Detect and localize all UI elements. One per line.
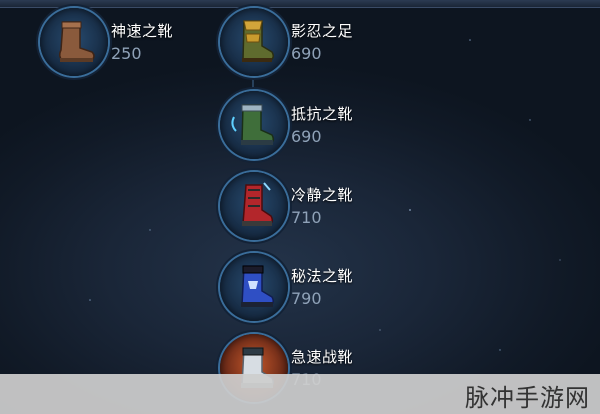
watermark-bar: 脉冲手游网 xyxy=(0,374,600,414)
top-bar xyxy=(0,0,600,8)
item-name: 冷静之靴 xyxy=(291,186,354,204)
item-shadow-ninja-boots[interactable]: 影忍之足 690 xyxy=(220,8,390,80)
item-arcane-boots[interactable]: 秘法之靴 790 xyxy=(220,253,390,325)
green-resistance-boot-icon xyxy=(220,91,288,159)
item-name: 秘法之靴 xyxy=(291,267,354,285)
item-price: 710 xyxy=(291,208,322,227)
item-name: 抵抗之靴 xyxy=(291,105,354,123)
item-name: 急速战靴 xyxy=(291,348,354,366)
item-resistance-boots[interactable]: 抵抗之靴 690 xyxy=(220,91,390,163)
item-name: 影忍之足 xyxy=(291,22,354,40)
item-price: 250 xyxy=(111,44,142,63)
gold-ninja-boot-icon xyxy=(220,8,288,76)
item-swift-boots[interactable]: 神速之靴 250 xyxy=(40,8,210,80)
item-price: 690 xyxy=(291,44,322,63)
item-calm-boots[interactable]: 冷静之靴 710 xyxy=(220,172,390,244)
red-calm-boot-icon xyxy=(220,172,288,240)
item-price: 690 xyxy=(291,127,322,146)
item-name: 神速之靴 xyxy=(111,22,174,40)
blue-arcane-boot-icon xyxy=(220,253,288,321)
site-watermark: 脉冲手游网 xyxy=(465,384,590,412)
item-price: 790 xyxy=(291,289,322,308)
brown-boot-icon xyxy=(40,8,108,76)
